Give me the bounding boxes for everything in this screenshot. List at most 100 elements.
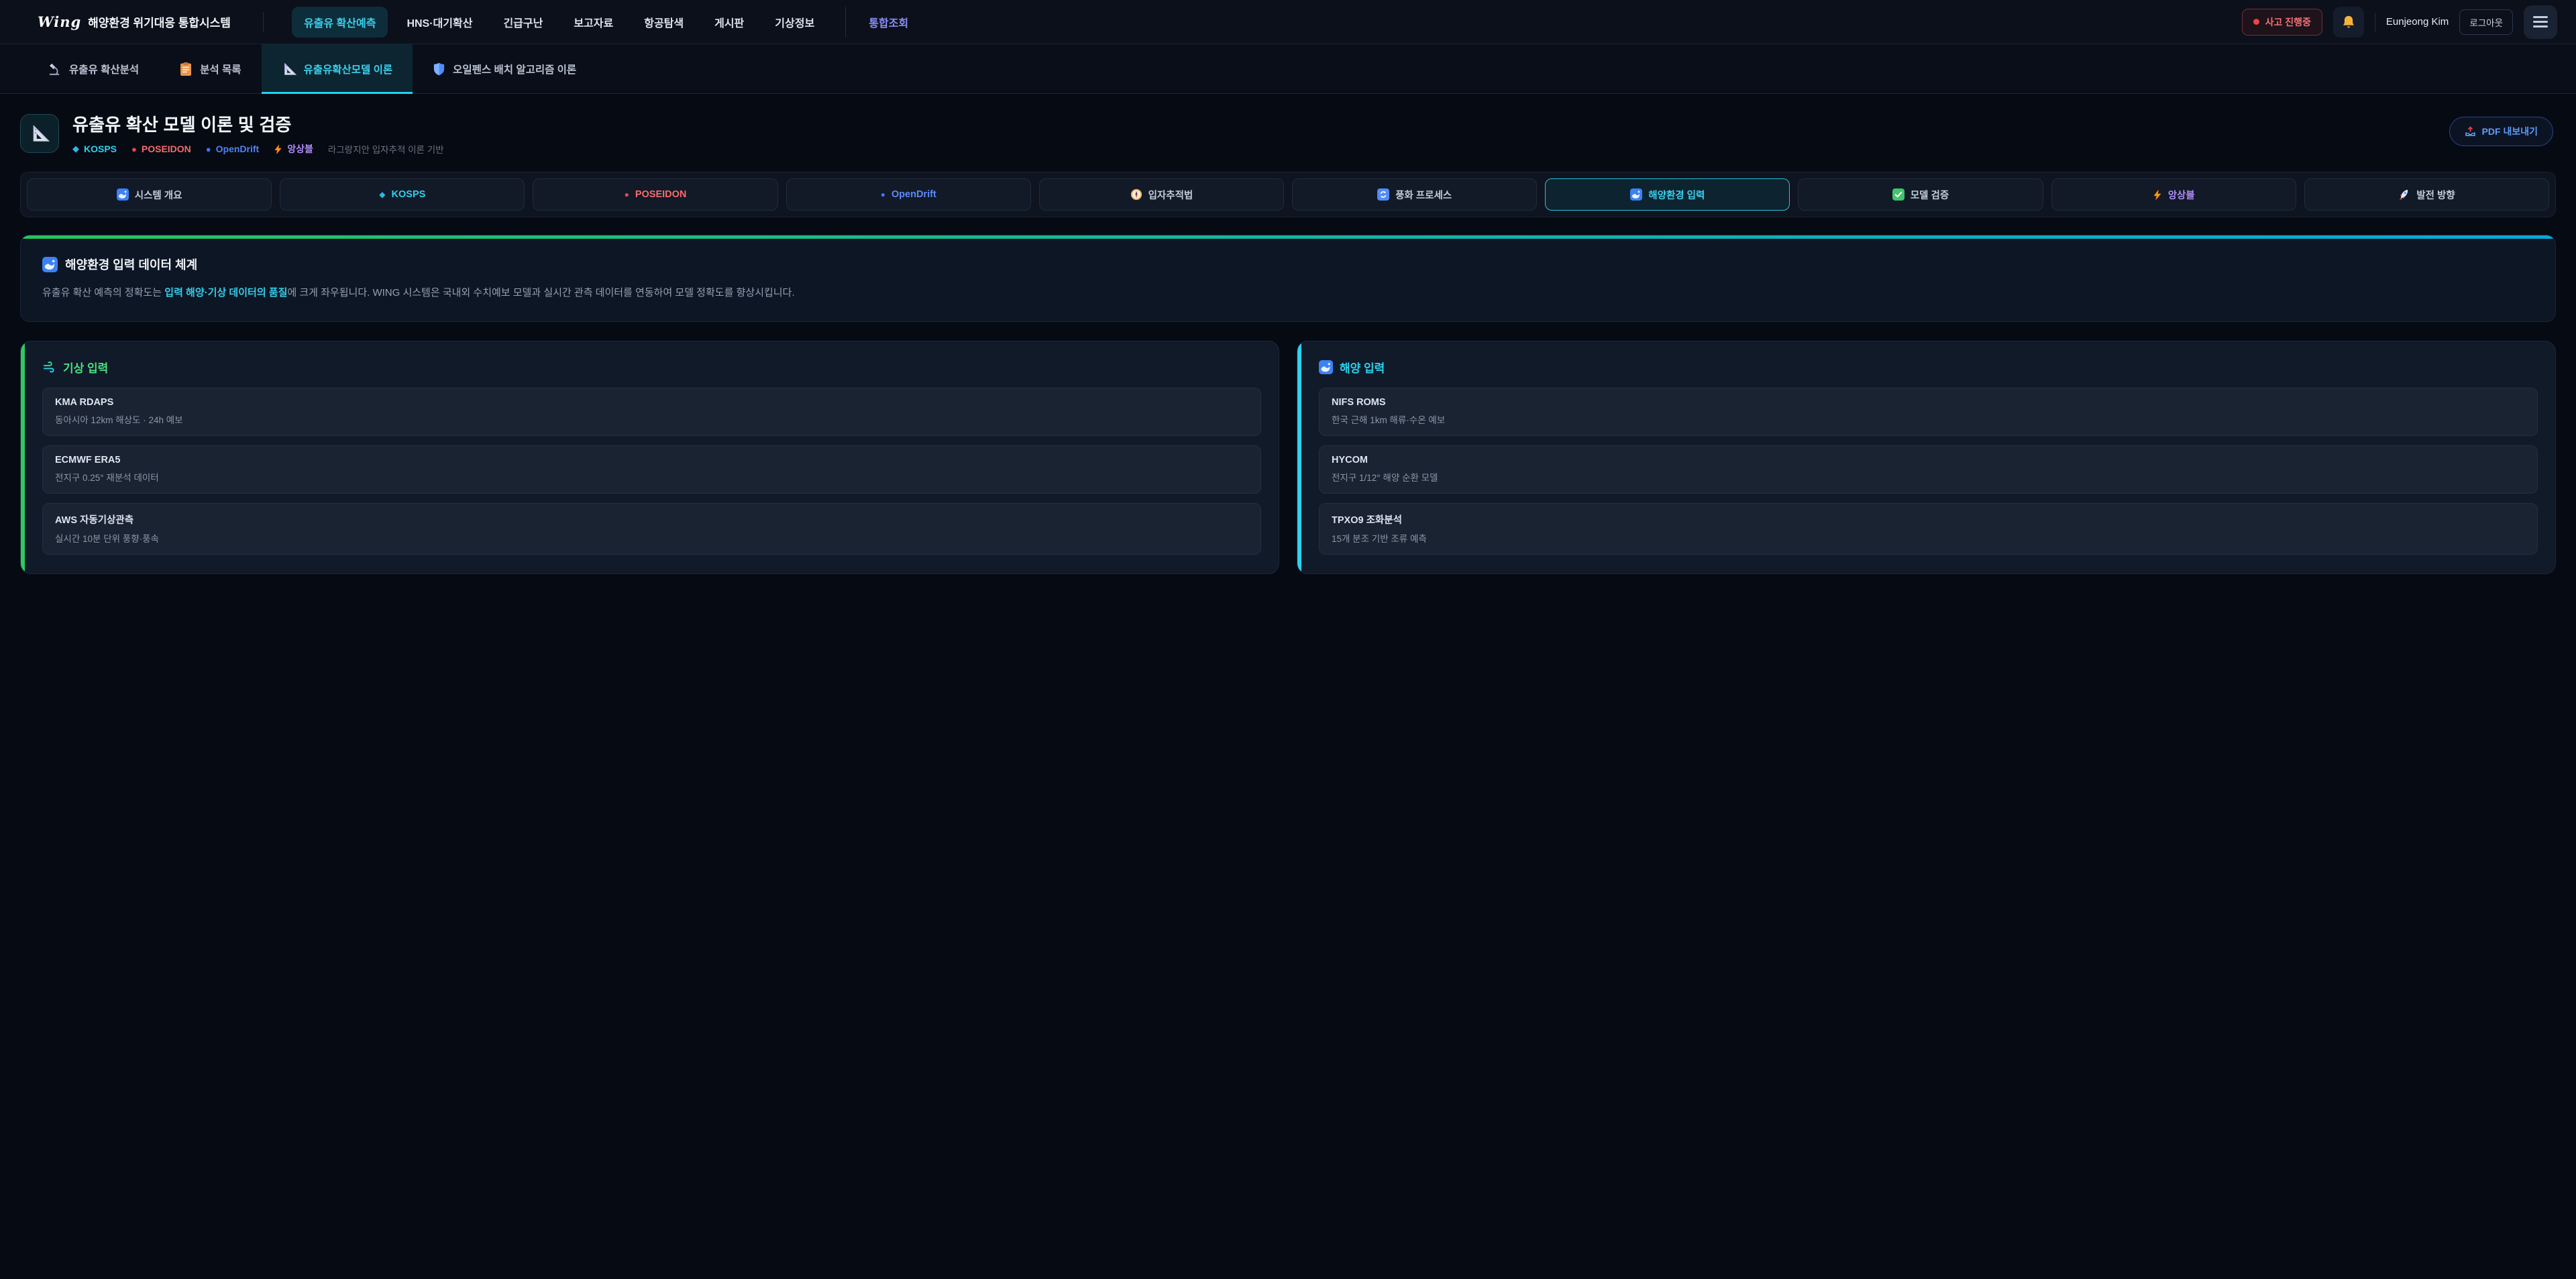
tab-label: 오일펜스 배치 알고리즘 이론 (453, 62, 576, 76)
top-navigation-bar: Wing 해양환경 위기대응 통합시스템 유출유 확산예측 HNS·대기확산 긴… (0, 0, 2576, 44)
nav-item-reports[interactable]: 보고자료 (561, 7, 625, 38)
weather-item-kma-rdaps: KMA RDAPS 동아시아 12km 해상도 · 24h 예보 (42, 388, 1261, 436)
item-name: NIFS ROMS (1332, 397, 2525, 408)
section-nav-weathering-process[interactable]: 풍화 프로세스 (1292, 178, 1537, 211)
diamond-icon: ◆ (379, 190, 385, 199)
item-desc: 전지구 1/12° 해양 순환 모델 (1332, 470, 2525, 484)
ocean-card-title: 해양 입력 (1319, 359, 2538, 376)
rocket-icon (2398, 188, 2410, 201)
overview-body: 유출유 확산 예측의 정확도는 입력 해양·기상 데이터의 품질에 크게 좌우됩… (42, 285, 2534, 301)
logout-button[interactable]: 로그아웃 (2459, 9, 2513, 35)
weather-input-card: 기상 입력 KMA RDAPS 동아시아 12km 해상도 · 24h 예보 E… (20, 341, 1279, 574)
title-column: 유출유 확산 모델 이론 및 검증 ◆KOSPS ●POSEIDON ●Open… (72, 111, 444, 156)
set-square-icon (282, 62, 297, 76)
tab-analysis-list[interactable]: 분석 목록 (159, 44, 261, 93)
ocean-input-card: 해양 입력 NIFS ROMS 한국 근해 1km 해류·수온 예보 HYCOM… (1297, 341, 2556, 574)
overview-highlight: 입력 해양·기상 데이터의 품질 (164, 287, 287, 298)
nav-divider (263, 12, 264, 32)
page-title: 유출유 확산 모델 이론 및 검증 (72, 111, 444, 136)
tab-label: 유출유확산모델 이론 (304, 62, 393, 76)
weather-item-ecmwf-era5: ECMWF ERA5 전지구 0.25° 재분석 데이터 (42, 445, 1261, 494)
nav-item-aerial-search[interactable]: 항공탐색 (632, 7, 696, 38)
weather-item-aws: AWS 자동기상관측 실시간 10분 단위 풍향·풍속 (42, 503, 1261, 555)
hamburger-menu-button[interactable] (2524, 5, 2557, 39)
blue-circle-icon: ● (881, 190, 885, 199)
ocean-item-nifs-roms: NIFS ROMS 한국 근해 1km 해류·수온 예보 (1319, 388, 2538, 436)
overview-heading: 해양환경 입력 데이터 체계 (42, 256, 2534, 273)
section-nav-kosps[interactable]: ◆ KOSPS (280, 178, 525, 211)
nav-item-emergency-rescue[interactable]: 긴급구난 (491, 7, 555, 38)
model-badge-row: ◆KOSPS ●POSEIDON ●OpenDrift 앙상블 라그랑지안 입자… (72, 142, 444, 156)
marine-env-overview-card: 해양환경 입력 데이터 체계 유출유 확산 예측의 정확도는 입력 해양·기상 … (20, 235, 2556, 322)
section-nav-poseidon[interactable]: ● POSEIDON (533, 178, 777, 211)
page-title-icon-box (20, 114, 59, 153)
weather-card-title: 기상 입력 (42, 359, 1261, 376)
badge-kosps: ◆KOSPS (72, 144, 117, 154)
item-name: ECMWF ERA5 (55, 455, 1248, 465)
app-title: 해양환경 위기대응 통합시스템 (88, 13, 231, 30)
red-circle-icon: ● (131, 144, 137, 154)
bolt-icon (2153, 189, 2162, 201)
theory-basis-note: 라그랑지안 입자추적 이론 기반 (328, 142, 444, 156)
ocean-item-hycom: HYCOM 전지구 1/12° 해양 순환 모델 (1319, 445, 2538, 494)
nav-item-oil-spill-prediction[interactable]: 유출유 확산예측 (292, 7, 388, 38)
section-nav: 시스템 개요 ◆ KOSPS ● POSEIDON ● OpenDrift 입자… (20, 172, 2556, 217)
compass-icon (1130, 188, 1142, 201)
incident-status-label: 사고 진행중 (2265, 15, 2311, 29)
set-square-icon (30, 123, 50, 144)
item-desc: 전지구 0.25° 재분석 데이터 (55, 470, 1248, 484)
microscope-icon (47, 62, 62, 76)
nav-item-hns-atmospheric[interactable]: HNS·대기확산 (394, 7, 484, 38)
wave-icon (1319, 360, 1333, 374)
diamond-icon: ◆ (72, 144, 79, 154)
blue-circle-icon: ● (206, 144, 211, 154)
tab-spill-model-theory[interactable]: 유출유확산모델 이론 (262, 44, 413, 93)
overview-title: 해양환경 입력 데이터 체계 (65, 256, 197, 273)
cycle-icon (1377, 188, 1389, 201)
badge-poseidon: ●POSEIDON (131, 144, 191, 154)
tab-oil-spill-analysis[interactable]: 유출유 확산분석 (27, 44, 159, 93)
section-nav-future-direction[interactable]: 발전 방향 (2304, 178, 2549, 211)
incident-status-badge: 사고 진행중 (2242, 9, 2322, 36)
item-name: TPXO9 조화분석 (1332, 512, 2525, 526)
input-data-cards: 기상 입력 KMA RDAPS 동아시아 12km 해상도 · 24h 예보 E… (20, 341, 2556, 574)
main-nav: 유출유 확산예측 HNS·대기확산 긴급구난 보고자료 항공탐색 게시판 기상정… (292, 7, 920, 38)
tab-label: 분석 목록 (200, 62, 241, 76)
clipboard-icon (179, 62, 193, 76)
ocean-item-tpxo9: TPXO9 조화분석 15개 분조 기반 조류 예측 (1319, 503, 2538, 555)
bolt-icon (274, 144, 282, 154)
nav-item-integrated-search[interactable]: 통합조회 (845, 7, 920, 38)
badge-ensemble: 앙상블 (274, 142, 313, 156)
section-nav-model-validation[interactable]: 모델 검증 (1798, 178, 2043, 211)
section-nav-system-overview[interactable]: 시스템 개요 (27, 178, 272, 211)
section-nav-marine-env-input[interactable]: 해양환경 입력 (1545, 178, 1790, 211)
wing-logo: Wing (38, 13, 81, 30)
bell-icon (2341, 14, 2357, 30)
user-name: Eunjeong Kim (2386, 16, 2449, 27)
wind-icon (42, 360, 56, 374)
item-desc: 15개 분조 기반 조류 예측 (1332, 531, 2525, 545)
notification-button[interactable] (2333, 7, 2364, 38)
export-icon (2465, 126, 2476, 137)
wave-icon (117, 188, 129, 201)
pdf-export-button[interactable]: PDF 내보내기 (2449, 117, 2553, 146)
section-nav-opendrift[interactable]: ● OpenDrift (786, 178, 1031, 211)
section-nav-particle-tracking[interactable]: 입자추적법 (1039, 178, 1284, 211)
topnav-right-cluster: 사고 진행중 Eunjeong Kim 로그아웃 (2242, 5, 2557, 39)
check-icon (1892, 188, 1904, 201)
red-circle-icon: ● (625, 190, 629, 199)
item-desc: 동아시아 12km 해상도 · 24h 예보 (55, 412, 1248, 426)
app-logo: Wing 해양환경 위기대응 통합시스템 (38, 13, 231, 30)
item-name: KMA RDAPS (55, 397, 1248, 408)
item-name: AWS 자동기상관측 (55, 512, 1248, 526)
hamburger-icon (2533, 16, 2548, 18)
tab-label: 유출유 확산분석 (69, 62, 139, 76)
tab-oil-fence-algorithm-theory[interactable]: 오일펜스 배치 알고리즘 이론 (413, 44, 596, 93)
nav-item-weather-info[interactable]: 기상정보 (763, 7, 826, 38)
wave-icon (1630, 188, 1642, 201)
nav-item-board[interactable]: 게시판 (702, 7, 756, 38)
section-nav-ensemble[interactable]: 앙상블 (2051, 178, 2296, 211)
wave-icon (42, 257, 58, 272)
item-desc: 한국 근해 1km 해류·수온 예보 (1332, 412, 2525, 426)
shield-icon (433, 62, 445, 76)
